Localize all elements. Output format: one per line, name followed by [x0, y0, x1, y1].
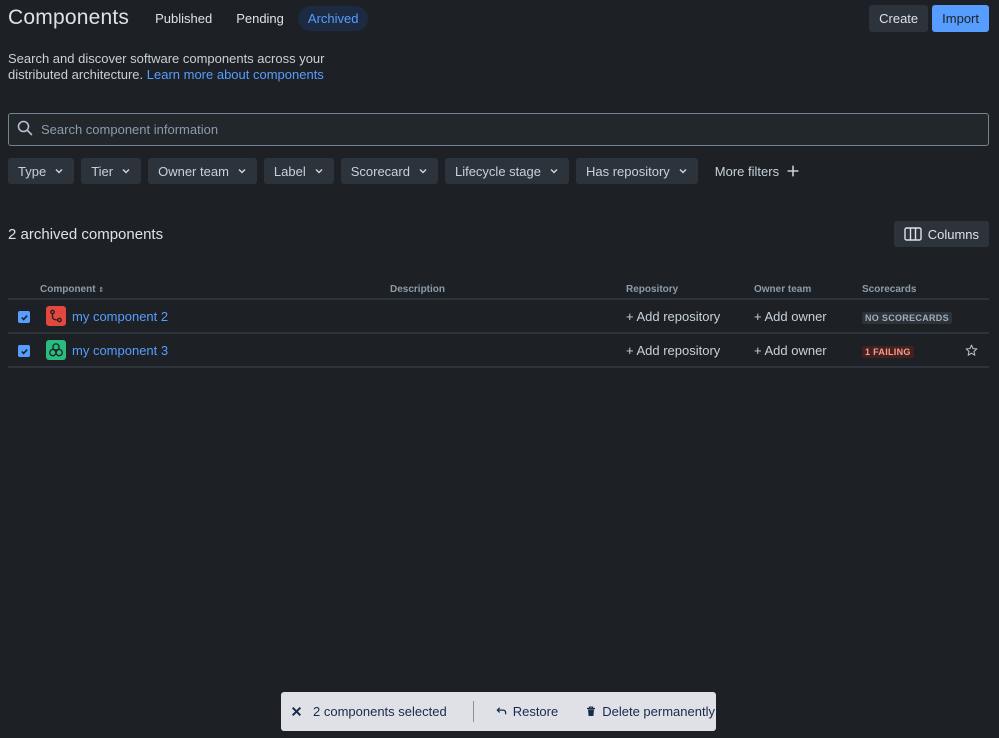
sort-icon: ⇕ — [98, 287, 105, 294]
check-icon — [20, 314, 28, 321]
scorecard-badge: 1 FAILING — [862, 346, 914, 358]
components-table: Component ⇕ Description Repository Owner… — [8, 281, 989, 368]
table-header: Component ⇕ Description Repository Owner… — [8, 281, 989, 300]
selected-count: 2 components selected — [313, 704, 447, 719]
chevron-down-icon — [122, 168, 130, 174]
status-tabs: Published Pending Archived — [145, 5, 369, 31]
filter-has-repository[interactable]: Has repository — [575, 158, 698, 184]
chevron-down-icon — [55, 168, 63, 174]
intro-text: Search and discover software components … — [8, 51, 368, 83]
delete-label: Delete permanently — [602, 704, 715, 719]
more-filters-label: More filters — [714, 163, 780, 179]
tab-pending[interactable]: Pending — [226, 6, 294, 31]
add-repository-link[interactable]: + Add repository — [626, 343, 720, 358]
filter-bar: Type Tier Owner team Label Scorecard Lif… — [8, 158, 809, 184]
chevron-down-icon — [679, 168, 687, 174]
tab-published[interactable]: Published — [145, 6, 222, 31]
filter-label: Scorecard — [350, 163, 410, 179]
col-header-repository: Repository — [626, 284, 679, 295]
chevron-down-icon — [419, 168, 427, 174]
add-owner-link[interactable]: + Add owner — [754, 343, 827, 358]
search-bar[interactable] — [8, 113, 989, 146]
filter-tier[interactable]: Tier — [81, 158, 142, 184]
component-name-link[interactable]: my component 2 — [72, 309, 168, 324]
restore-label: Restore — [512, 704, 559, 719]
columns-button[interactable]: Columns — [893, 221, 989, 247]
filter-lifecycle-stage[interactable]: Lifecycle stage — [444, 158, 569, 184]
cluster-icon — [46, 340, 66, 360]
plus-icon — [787, 165, 799, 177]
col-header-scorecards: Scorecards — [862, 284, 917, 295]
restore-button[interactable]: Restore — [496, 704, 559, 719]
filter-label: Lifecycle stage — [454, 163, 541, 179]
add-repository-link[interactable]: + Add repository — [626, 309, 720, 324]
check-icon — [20, 348, 28, 355]
page-header: Components Published Pending Archived Cr… — [8, 4, 989, 32]
import-button[interactable]: Import — [932, 4, 989, 32]
columns-label: Columns — [927, 226, 979, 242]
divider — [472, 701, 474, 722]
more-filters-button[interactable]: More filters — [705, 158, 809, 184]
table-row[interactable]: my component 3 + Add repository + Add ow… — [8, 334, 989, 368]
bulk-action-bar: 2 components selected Restore Delete per… — [281, 692, 716, 731]
row-checkbox[interactable] — [18, 311, 30, 323]
chevron-down-icon — [550, 168, 558, 174]
filter-label: Type — [18, 163, 47, 179]
filter-label: Tier — [91, 163, 114, 179]
undo-icon — [496, 707, 506, 715]
filter-owner-team[interactable]: Owner team — [148, 158, 257, 184]
tab-archived[interactable]: Archived — [297, 5, 369, 31]
filter-label-text: Label — [273, 163, 306, 179]
columns-icon — [904, 227, 922, 241]
scorecard-badge: NO SCORECARDS — [862, 312, 952, 324]
row-checkbox[interactable] — [18, 345, 30, 357]
learn-more-link[interactable]: Learn more about components — [147, 67, 324, 82]
results-header: 2 archived components Columns — [8, 221, 989, 247]
results-count: 2 archived components — [8, 225, 164, 243]
search-icon — [17, 120, 33, 139]
table-row[interactable]: my component 2 + Add repository + Add ow… — [8, 300, 989, 334]
create-button[interactable]: Create — [869, 4, 929, 32]
delete-permanently-button[interactable]: Delete permanently — [586, 704, 715, 719]
component-name-link[interactable]: my component 3 — [72, 343, 168, 358]
filter-label[interactable]: Label — [263, 158, 334, 184]
trash-icon — [587, 706, 596, 716]
filter-type[interactable]: Type — [8, 158, 75, 184]
page-title: Components — [8, 6, 130, 29]
col-header-component[interactable]: Component ⇕ — [40, 284, 104, 295]
close-icon[interactable] — [291, 706, 303, 718]
filter-label: Owner team — [158, 163, 229, 179]
col-header-owner-team: Owner team — [754, 284, 812, 295]
branch-icon — [46, 306, 66, 326]
star-icon[interactable] — [965, 344, 978, 360]
header-actions: Create Import — [869, 4, 989, 32]
col-header-description: Description — [390, 284, 446, 295]
filter-scorecard[interactable]: Scorecard — [340, 158, 438, 184]
chevron-down-icon — [315, 168, 323, 174]
search-input[interactable] — [39, 121, 988, 138]
add-owner-link[interactable]: + Add owner — [754, 309, 827, 324]
chevron-down-icon — [238, 168, 246, 174]
filter-label: Has repository — [585, 163, 670, 179]
